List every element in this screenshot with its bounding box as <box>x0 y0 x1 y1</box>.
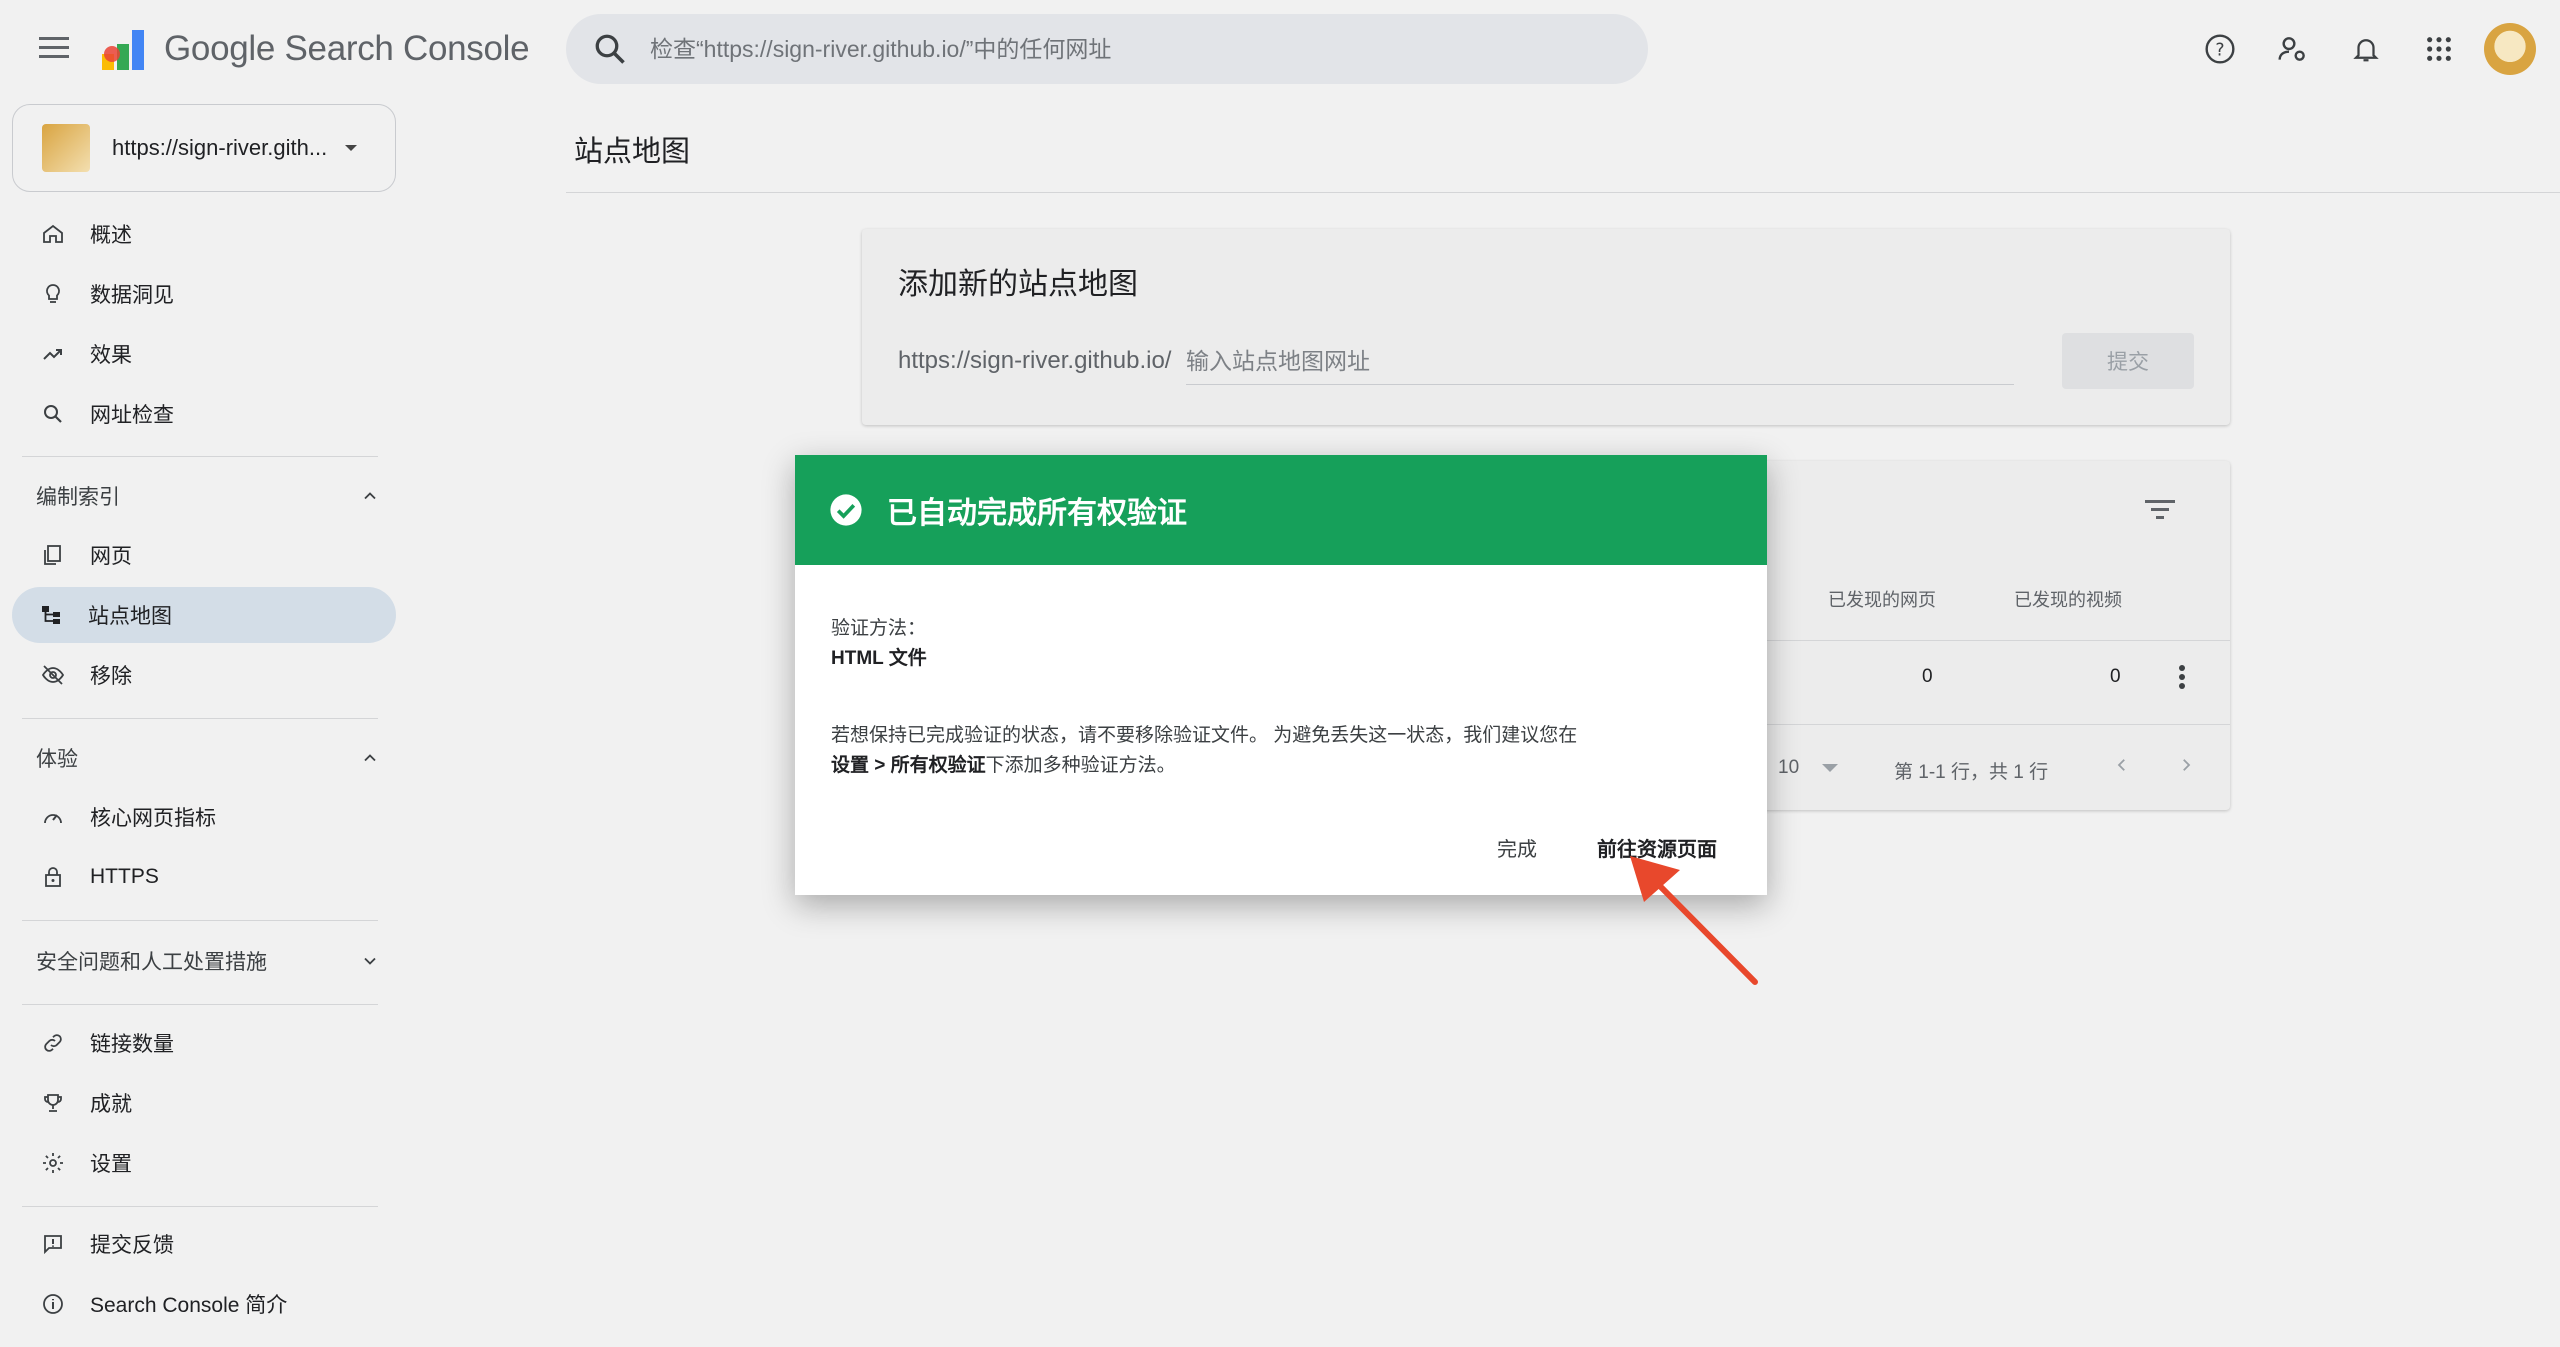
bell-icon <box>2353 39 2379 62</box>
svg-text:?: ? <box>2215 41 2224 61</box>
filter-button[interactable] <box>2140 489 2180 529</box>
search-icon <box>38 399 68 429</box>
chevron-up-icon <box>364 754 376 762</box>
sidebar-divider <box>22 1004 378 1005</box>
add-sitemap-title: 添加新的站点地图 <box>898 268 1138 301</box>
sidebar-divider <box>22 456 378 457</box>
sitemap-url-input[interactable] <box>1186 339 2014 385</box>
column-header-discovered-pages[interactable]: 已发现的网页 <box>1828 586 1936 612</box>
property-url: https://sign-river.gith... <box>112 135 328 160</box>
cell-discovered-pages: 0 <box>1922 666 1933 687</box>
dropdown-caret-icon <box>1822 764 1838 772</box>
link-icon <box>38 1028 68 1058</box>
property-favicon <box>42 124 90 172</box>
previous-page-button[interactable] <box>2104 747 2140 783</box>
search-icon <box>595 34 625 64</box>
main-menu-button[interactable] <box>34 28 74 68</box>
section-security-header[interactable]: 安全问题和人工处置措施 <box>36 941 380 981</box>
lightbulb-icon <box>38 279 68 309</box>
url-inspection-search[interactable] <box>566 14 1648 84</box>
sitemap-url-prefix: https://sign-river.github.io/ <box>898 347 1172 374</box>
sidebar-item-https[interactable]: HTTPS <box>14 849 394 905</box>
sidebar-item-url-inspection[interactable]: 网址检查 <box>14 386 394 442</box>
chevron-right-icon <box>2183 759 2191 771</box>
dropdown-caret-icon <box>345 145 358 151</box>
sidebar-item-insights[interactable]: 数据洞见 <box>14 266 394 322</box>
sidebar-item-settings[interactable]: 设置 <box>14 1135 394 1191</box>
ownership-verified-dialog: 已自动完成所有权验证 验证方法： HTML 文件 若想保持已完成验证的状态，请不… <box>795 455 1767 895</box>
add-sitemap-card: 添加新的站点地图 https://sign-river.github.io/ 提… <box>862 229 2230 425</box>
check-circle-icon <box>830 494 862 526</box>
pages-icon <box>38 540 68 570</box>
hamburger-icon <box>39 37 69 58</box>
sitemap-icon <box>36 600 66 630</box>
rows-per-page-select[interactable]: 10 <box>1778 757 1799 779</box>
section-experience-header[interactable]: 体验 <box>36 738 380 778</box>
lock-icon <box>38 862 68 892</box>
settings-path-text: 设置 > 所有权验证 <box>831 755 986 776</box>
sidebar-item-pages[interactable]: 网页 <box>14 527 394 583</box>
dialog-note-rest: 下添加多种验证方法。 <box>985 755 1176 776</box>
search-console-logo[interactable]: Google Search Console <box>100 26 530 72</box>
dialog-note-line-1: 若想保持已完成验证的状态，请不要移除验证文件。 为避免丢失这一状态，我们建议您在 <box>831 725 1578 746</box>
user-settings-button[interactable] <box>2266 22 2320 76</box>
top-bar: Google Search Console ? <box>0 0 2560 98</box>
column-header-discovered-videos[interactable]: 已发现的视频 <box>2014 586 2122 612</box>
sidebar-divider <box>22 718 378 719</box>
page-divider <box>566 192 2560 193</box>
feedback-icon <box>38 1229 68 1259</box>
sidebar-item-removals[interactable]: 移除 <box>14 647 394 703</box>
dialog-note-line-2: 设置 > 所有权验证下添加多种验证方法。 <box>831 750 1176 777</box>
help-button[interactable]: ? <box>2193 22 2247 76</box>
sidebar-item-performance[interactable]: 效果 <box>14 326 394 382</box>
sidebar-item-sitemaps[interactable]: 站点地图 <box>12 587 396 643</box>
page-title: 站点地图 <box>574 136 691 168</box>
trending-up-icon <box>38 339 68 369</box>
search-console-logo-icon <box>102 30 144 70</box>
chevron-up-icon <box>364 492 376 500</box>
app-title: Google Search Console <box>164 29 530 68</box>
verification-method-value: HTML 文件 <box>831 648 927 669</box>
sidebar-item-overview[interactable]: 概述 <box>14 206 394 262</box>
sidebar-item-achievements[interactable]: 成就 <box>14 1075 394 1131</box>
dialog-title: 已自动完成所有权验证 <box>887 497 1187 530</box>
manage-accounts-icon <box>2278 37 2305 61</box>
property-selector[interactable]: https://sign-river.gith... <box>12 104 396 192</box>
submit-sitemap-button[interactable]: 提交 <box>2062 333 2194 389</box>
done-button[interactable]: 完成 <box>1485 827 1549 867</box>
home-icon <box>38 219 68 249</box>
pagination-status: 第 1-1 行，共 1 行 <box>1894 762 2049 783</box>
chevron-left-icon <box>2117 759 2125 771</box>
sidebar-divider <box>22 920 378 921</box>
row-more-button[interactable] <box>2164 657 2200 697</box>
cell-discovered-videos: 0 <box>2110 666 2121 687</box>
next-page-button[interactable] <box>2168 747 2204 783</box>
filter-icon <box>2145 500 2175 519</box>
chevron-down-icon <box>364 957 376 965</box>
dialog-header: 已自动完成所有权验证 <box>795 455 1767 565</box>
notifications-button[interactable] <box>2339 22 2393 76</box>
apps-grid-icon <box>2427 37 2451 61</box>
info-icon <box>38 1289 68 1319</box>
trophy-icon <box>38 1088 68 1118</box>
section-indexing-header[interactable]: 编制索引 <box>36 476 380 516</box>
apps-button[interactable] <box>2412 22 2466 76</box>
sidebar: https://sign-river.gith... 概述 数据洞见 效果 网址… <box>0 98 400 1347</box>
sidebar-item-links[interactable]: 链接数量 <box>14 1015 394 1071</box>
speed-icon <box>38 802 68 832</box>
annotation-arrow-icon <box>1630 856 1758 985</box>
help-icon: ? <box>2205 34 2235 64</box>
search-input[interactable] <box>650 35 1550 63</box>
account-avatar[interactable] <box>2484 23 2536 75</box>
verification-method-label: 验证方法： <box>831 618 927 639</box>
visibility-off-icon <box>38 660 68 690</box>
more-vert-icon <box>2179 665 2185 689</box>
sidebar-divider <box>22 1206 378 1207</box>
sidebar-item-feedback[interactable]: 提交反馈 <box>14 1216 394 1272</box>
sidebar-item-about[interactable]: Search Console 简介 <box>14 1276 394 1332</box>
settings-icon <box>38 1148 68 1178</box>
sidebar-item-core-web-vitals[interactable]: 核心网页指标 <box>14 789 394 845</box>
